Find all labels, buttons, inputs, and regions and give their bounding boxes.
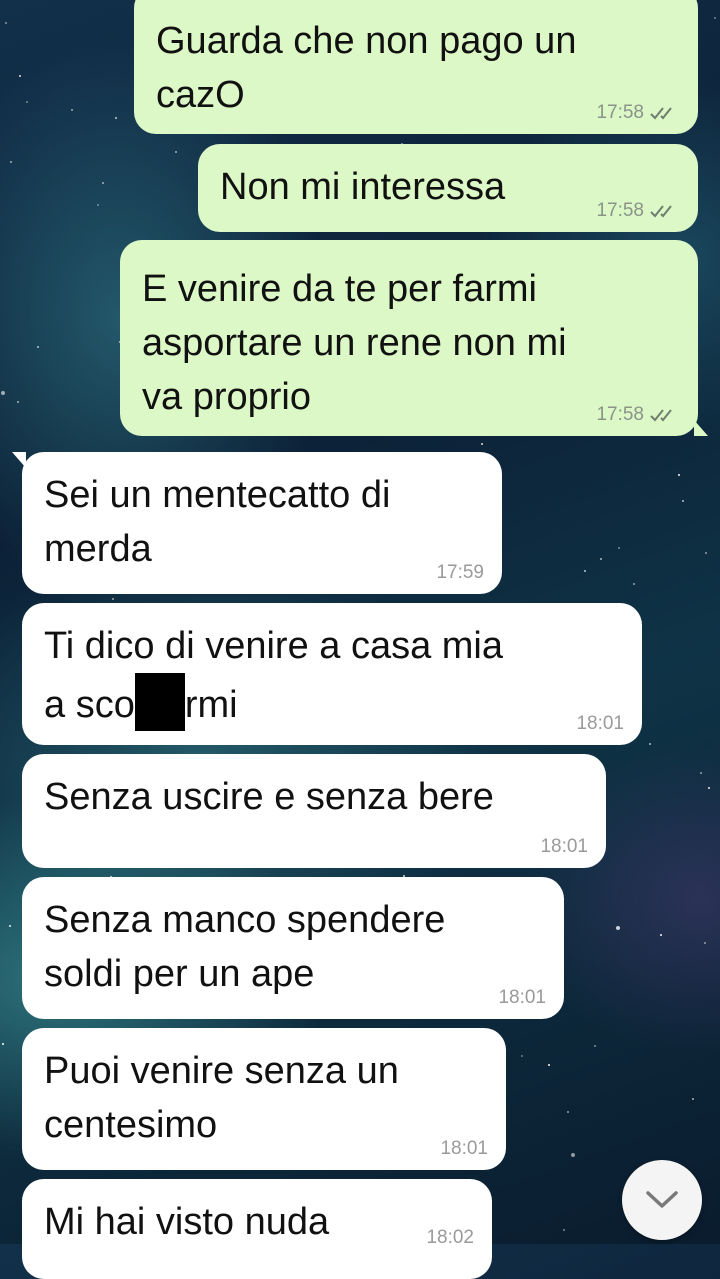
message-incoming[interactable]: Ti dico di venire a casa mia a sco rmi 18… [22, 603, 642, 745]
star [19, 75, 21, 77]
message-meta: 17:58 [596, 200, 680, 222]
message-incoming[interactable]: Puoi venire senza un centesimo 18:01 [22, 1028, 506, 1170]
star [567, 1111, 569, 1113]
star [692, 1098, 694, 1100]
star [705, 552, 707, 554]
message-text: Senza manco spendere soldi per un ape [44, 899, 446, 995]
star [481, 443, 483, 445]
message-text: Senza uscire e senza bere [44, 776, 494, 818]
message-meta: 18:01 [540, 836, 588, 858]
message-text: Mi hai visto nuda [44, 1201, 330, 1243]
message-incoming[interactable]: Sei un mentecatto di merda 17:59 [12, 452, 502, 594]
star [115, 117, 117, 119]
message-meta: 17:59 [436, 562, 484, 584]
star [26, 101, 28, 103]
star [714, 17, 716, 19]
message-time: 17:58 [596, 404, 644, 425]
double-check-icon [650, 107, 672, 120]
message-text-after: rmi [184, 684, 238, 726]
double-check-icon [650, 205, 672, 218]
star [571, 1153, 575, 1157]
star [678, 474, 680, 476]
star [1, 391, 5, 395]
star [594, 1045, 596, 1047]
star [9, 925, 11, 927]
message-time: 18:01 [576, 713, 624, 734]
star [548, 1064, 550, 1066]
redaction-block [134, 673, 185, 731]
message-time: 18:01 [498, 987, 546, 1008]
message-meta: 18:02 [426, 1227, 474, 1249]
message-meta: 17:58 [596, 404, 680, 426]
bubble-tail [12, 452, 26, 468]
message-meta: 18:01 [576, 713, 624, 735]
scroll-to-bottom-button[interactable] [622, 1160, 702, 1240]
message-time: 18:02 [426, 1227, 474, 1248]
message-text: E venire da te per farmi asportare un re… [142, 268, 567, 418]
star [633, 583, 635, 585]
star [102, 182, 104, 184]
star [5, 22, 7, 24]
message-incoming[interactable]: Senza manco spendere soldi per un ape 18… [22, 877, 564, 1019]
star [616, 926, 620, 930]
message-meta: 18:01 [440, 1138, 488, 1160]
message-incoming[interactable]: Senza uscire e senza bere 18:01 [22, 754, 606, 868]
message-text: Ti dico di venire a casa mia a sco rmi [44, 619, 622, 732]
star [700, 772, 702, 774]
star [112, 598, 114, 600]
star [618, 547, 620, 549]
message-text-before: Ti dico di venire a casa mia a sco [44, 625, 504, 726]
star [660, 934, 662, 936]
star [37, 346, 39, 348]
message-meta: 18:01 [498, 987, 546, 1009]
star [584, 570, 586, 572]
message-outgoing[interactable]: Guarda che non pago un cazO 17:58 [134, 0, 698, 134]
star [649, 743, 651, 745]
message-time: 18:01 [540, 836, 588, 857]
message-time: 17:59 [436, 562, 484, 583]
message-text: Sei un mentecatto di merda [44, 474, 391, 570]
star [521, 1055, 523, 1057]
star [17, 401, 19, 403]
chevron-down-icon [646, 1191, 678, 1208]
message-outgoing[interactable]: E venire da te per farmi asportare un re… [120, 240, 708, 436]
message-time: 17:58 [596, 102, 644, 123]
message-text: Puoi venire senza un centesimo [44, 1050, 399, 1146]
message-time: 18:01 [440, 1138, 488, 1159]
star [10, 161, 12, 163]
message-meta: 17:58 [596, 102, 680, 124]
double-check-icon [650, 409, 672, 422]
star [71, 109, 73, 111]
star [600, 558, 602, 560]
star [2, 1043, 4, 1045]
star [563, 1229, 565, 1231]
message-incoming[interactable]: Mi hai visto nuda 18:02 [22, 1179, 492, 1279]
star [682, 500, 684, 502]
message-time: 17:58 [596, 200, 644, 221]
message-outgoing[interactable]: Non mi interessa 17:58 [198, 144, 698, 232]
bubble-tail [694, 420, 708, 436]
star [175, 151, 177, 153]
star [708, 787, 710, 789]
star [97, 204, 99, 206]
star [704, 942, 706, 944]
